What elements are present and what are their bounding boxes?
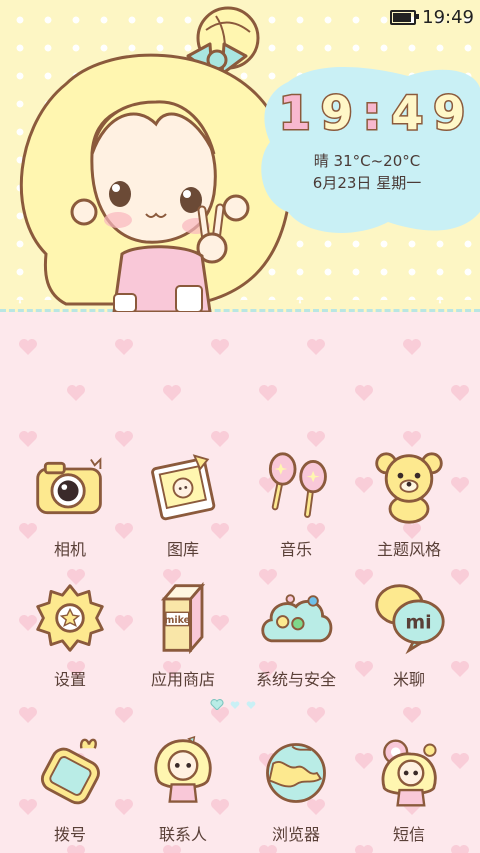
clock-minute-ones: 9 <box>432 85 467 142</box>
heart-decoration <box>19 339 37 355</box>
clock-hour-ones: 9 <box>319 85 354 142</box>
heart-decoration <box>67 845 85 853</box>
heart-decoration <box>211 431 229 447</box>
clock-colon: : <box>361 85 382 142</box>
heart-decoration <box>307 707 325 723</box>
app-camera[interactable]: 相机 <box>15 450 125 560</box>
settings-gear-icon <box>36 584 104 652</box>
app-label: 短信 <box>392 825 425 844</box>
heart-decoration <box>355 845 373 853</box>
page-indicator[interactable] <box>210 699 256 710</box>
camera-icon <box>36 457 102 515</box>
heart-decoration <box>115 707 133 723</box>
heart-decoration <box>307 431 325 447</box>
app-settings[interactable]: 设置 <box>15 580 125 690</box>
app-label: 相机 <box>53 540 86 559</box>
contacts-girl-icon <box>154 735 212 803</box>
heart-decoration <box>163 385 181 401</box>
status-time: 19:49 <box>422 6 474 28</box>
app-label: 图库 <box>166 540 199 559</box>
app-miliao[interactable]: mi 米聊 <box>354 580 464 690</box>
app-store[interactable]: mike 应用商店 <box>128 580 238 690</box>
app-label: 系统与安全 <box>255 670 336 689</box>
heart-decoration <box>67 385 85 401</box>
heart-decoration <box>115 339 133 355</box>
gallery-icon <box>151 454 216 521</box>
date-text: 6月23日 星期一 <box>312 174 422 192</box>
clock-hour-tens: 1 <box>277 85 312 142</box>
browser-globe-icon <box>266 743 326 803</box>
page-dot <box>230 700 240 709</box>
heart-decoration <box>19 707 37 723</box>
app-label: 应用商店 <box>150 670 215 689</box>
app-label: 米聊 <box>392 670 425 689</box>
app-label: 主题风格 <box>376 540 441 559</box>
dock-phone[interactable]: 拨号 <box>15 735 125 845</box>
heart-decoration <box>403 339 421 355</box>
heart-decoration <box>19 431 37 447</box>
app-security[interactable]: 系统与安全 <box>241 580 351 690</box>
miliao-chat-icon: mi <box>375 584 445 655</box>
status-bar: 19:49 <box>390 0 474 34</box>
dock-sms[interactable]: 短信 <box>354 735 464 845</box>
heart-decoration <box>403 707 421 723</box>
dock-contacts[interactable]: 联系人 <box>128 735 238 845</box>
clock-minute-tens: 4 <box>390 85 425 142</box>
page-dot <box>246 700 256 709</box>
app-label: 设置 <box>53 670 86 689</box>
heart-decoration <box>211 339 229 355</box>
app-theme[interactable]: 主题风格 <box>354 450 464 560</box>
page-dot-active <box>210 699 224 710</box>
sms-icon <box>381 739 437 807</box>
heart-decoration <box>163 845 181 853</box>
svg-text:mi: mi <box>405 611 431 633</box>
clock-widget[interactable]: 1 9 : 4 9 <box>264 85 480 142</box>
heart-decoration <box>355 385 373 401</box>
app-label: 联系人 <box>158 825 207 844</box>
theme-bear-icon <box>375 452 443 524</box>
heart-decoration <box>259 385 277 401</box>
svg-text:mike: mike <box>164 615 190 626</box>
app-label: 拨号 <box>53 825 86 844</box>
app-label: 浏览器 <box>271 825 320 844</box>
app-music[interactable]: 音乐 <box>241 450 351 560</box>
phone-icon <box>40 738 100 805</box>
weather-text: 晴 31°C~20°C <box>313 152 421 170</box>
security-cloud-icon <box>261 594 333 643</box>
app-gallery[interactable]: 图库 <box>128 450 238 560</box>
heart-decoration <box>451 385 469 401</box>
heart-decoration <box>115 431 133 447</box>
music-icon <box>268 452 327 518</box>
app-store-icon: mike <box>160 581 206 655</box>
heart-decoration <box>451 845 469 853</box>
heart-decoration <box>259 845 277 853</box>
heart-decoration <box>403 431 421 447</box>
dock-browser[interactable]: 浏览器 <box>241 735 351 845</box>
app-label: 音乐 <box>279 540 312 559</box>
heart-decoration <box>307 339 325 355</box>
battery-icon <box>390 9 420 25</box>
